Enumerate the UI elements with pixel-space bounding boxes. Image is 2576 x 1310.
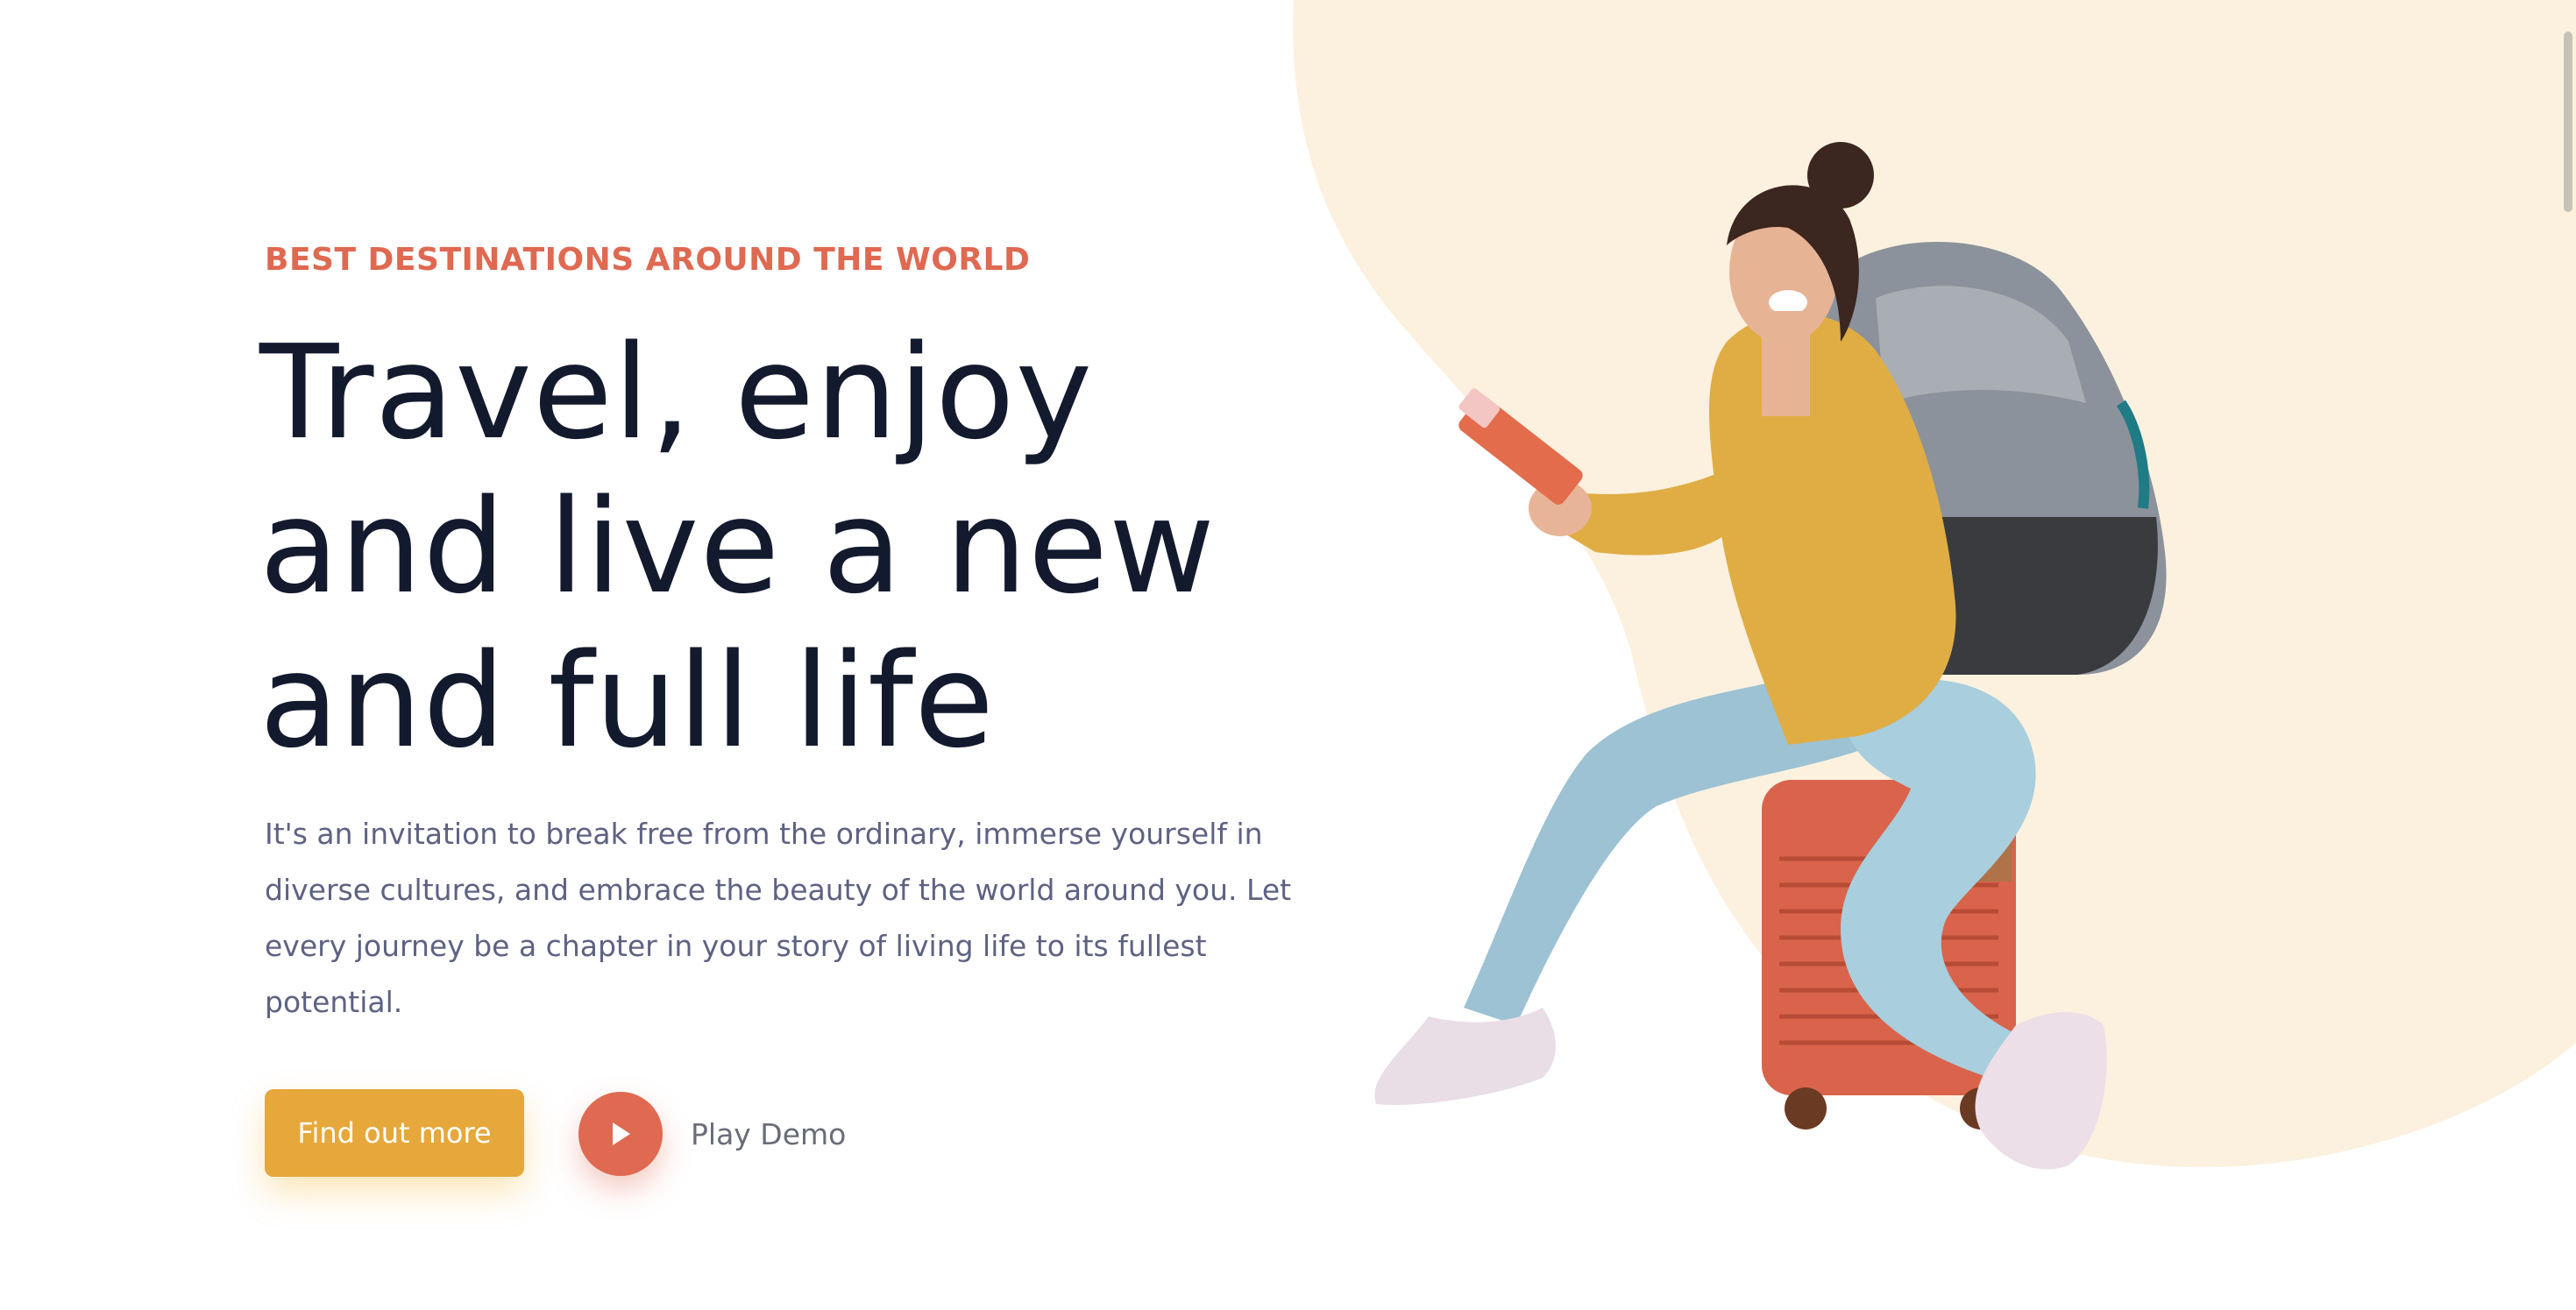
page-scrollbar[interactable] xyxy=(2560,0,2572,1310)
description-line-2: diverse cultures, and embrace the beauty… xyxy=(265,873,1292,907)
headline-line-3: and full life xyxy=(259,626,996,776)
description-line-4: potential. xyxy=(265,985,403,1019)
hero-section: BEST DESTINATIONS AROUND THE WORLD Trave… xyxy=(0,0,2576,1310)
play-icon xyxy=(613,1122,630,1145)
hero-description: It's an invitation to break free from th… xyxy=(265,806,1292,1030)
headline-line-1: Travel, enjoy xyxy=(259,317,1094,468)
find-out-more-button[interactable]: Find out more xyxy=(265,1089,524,1177)
traveler-illustration xyxy=(1374,142,2167,1170)
legs xyxy=(1464,675,2036,1078)
scrollbar-thumb[interactable] xyxy=(2564,32,2572,212)
play-demo-label[interactable]: Play Demo xyxy=(691,1117,846,1151)
hand-with-phone xyxy=(1458,388,1592,536)
play-button[interactable] xyxy=(578,1092,663,1176)
hero-eyebrow: BEST DESTINATIONS AROUND THE WORLD xyxy=(265,242,1031,278)
play-demo-control[interactable]: Play Demo xyxy=(578,1092,846,1176)
description-line-1: It's an invitation to break free from th… xyxy=(265,817,1263,851)
headline-line-2: and live a new xyxy=(259,471,1217,622)
hero-headline: Travel, enjoy and live a new and full li… xyxy=(259,315,1364,778)
description-line-3: every journey be a chapter in your story… xyxy=(265,929,1207,963)
